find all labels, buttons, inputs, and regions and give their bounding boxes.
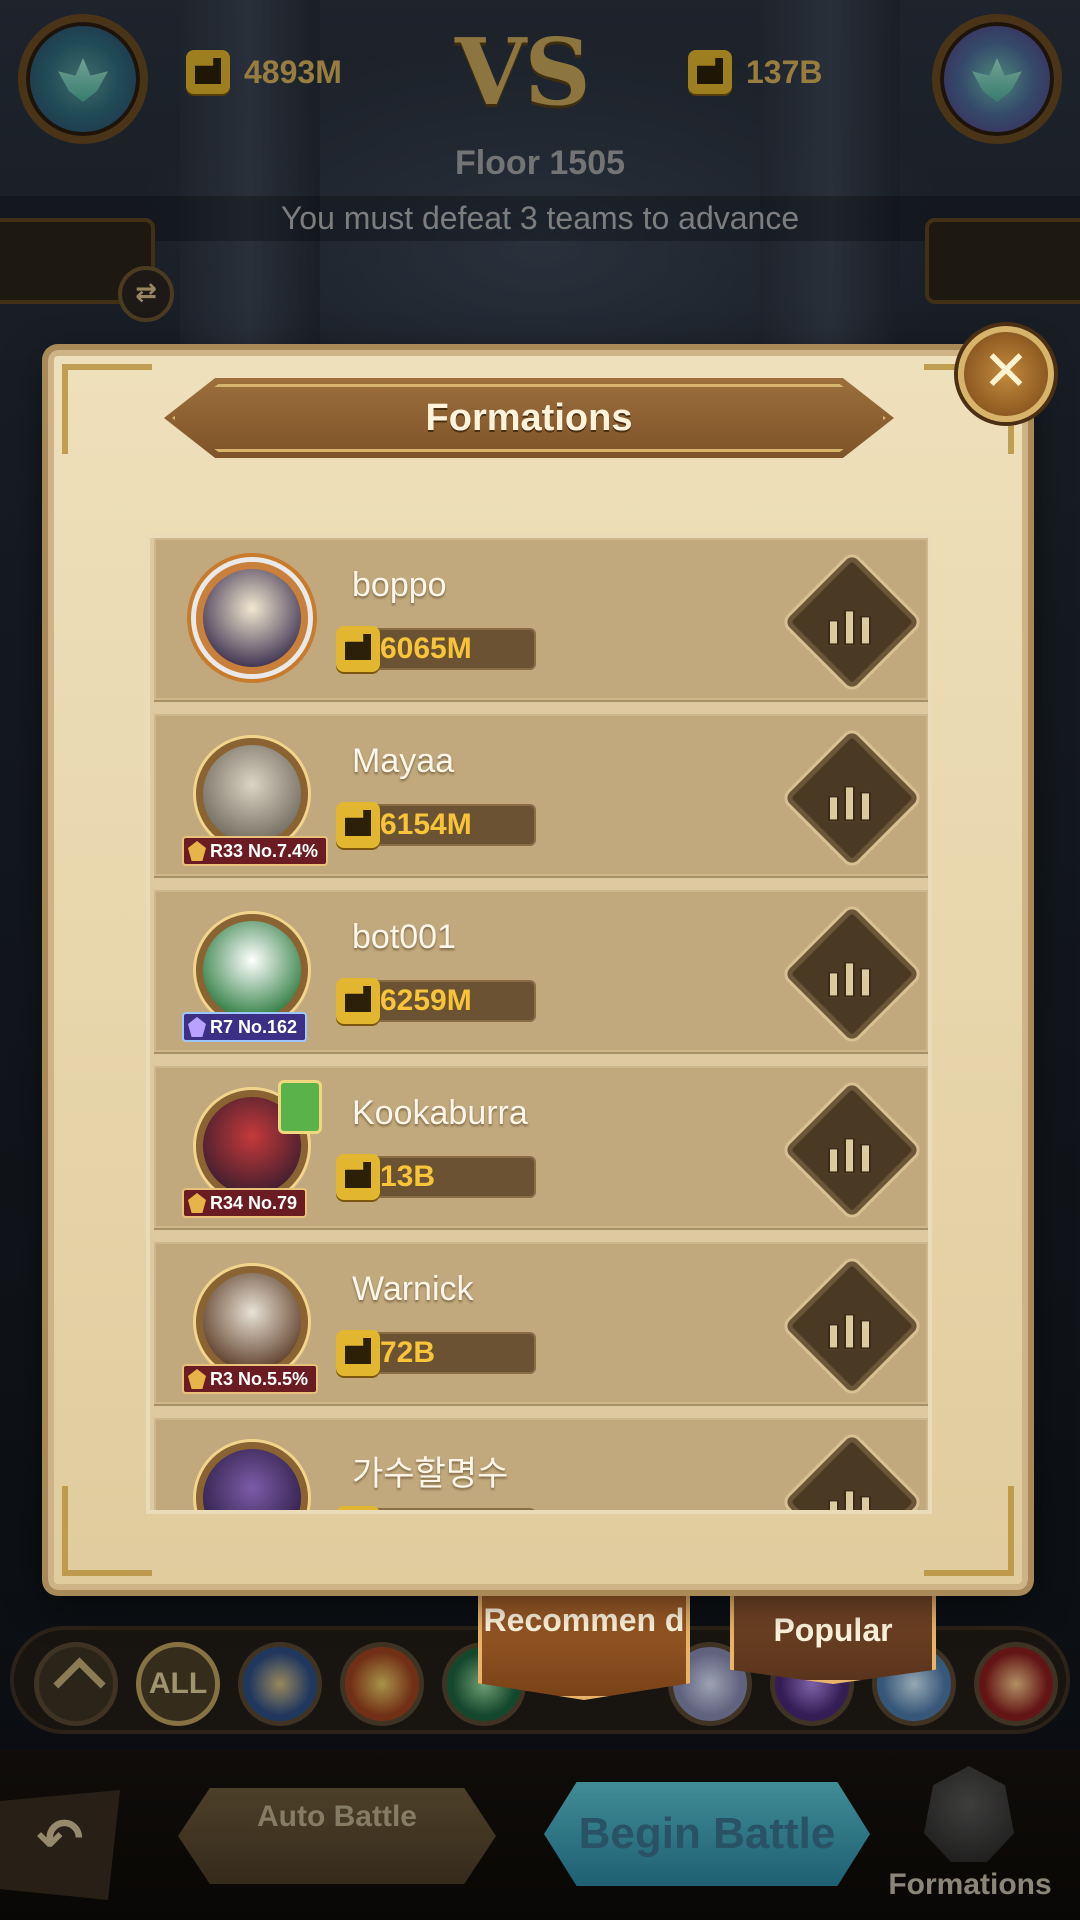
stats-button[interactable]	[784, 554, 920, 690]
avatar	[196, 738, 308, 850]
power-text: 6065M	[380, 632, 472, 665]
power-text: 6154M	[380, 808, 472, 841]
close-button[interactable]: ✕	[958, 326, 1054, 422]
corner-ornament	[62, 1486, 152, 1576]
stats-button[interactable]	[784, 906, 920, 1042]
avatar	[196, 1266, 308, 1378]
fist-power-icon	[336, 978, 380, 1024]
bar-chart-icon	[828, 777, 876, 822]
corner-ornament	[924, 1486, 1014, 1576]
power-text: 6259M	[380, 984, 472, 1017]
panel-title-banner: Formations	[164, 378, 894, 458]
avatar	[196, 562, 308, 674]
rank-badge: R33 No.7.4%	[182, 836, 329, 866]
stats-button[interactable]	[784, 1434, 920, 1510]
power-value: 6065M	[336, 626, 536, 672]
fist-power-icon	[336, 1330, 380, 1376]
bar-chart-icon	[828, 601, 876, 646]
player-name: Mayaa	[352, 742, 455, 780]
list-item[interactable]: R3 No.5.5% Warnick 72B	[154, 1242, 928, 1406]
stats-button[interactable]	[784, 730, 920, 866]
list-item[interactable]: R7 No.162 bot001 6259M	[154, 890, 928, 1054]
stats-button[interactable]	[784, 1082, 920, 1218]
power-text: 72B	[380, 1336, 436, 1369]
power-value: 6259M	[336, 978, 536, 1024]
bar-chart-icon	[828, 1129, 876, 1174]
rank-badge: R3 No.5.5%	[182, 1364, 319, 1394]
fist-power-icon	[336, 1154, 380, 1200]
fist-power-icon	[336, 1506, 380, 1510]
player-name: Warnick	[352, 1270, 474, 1308]
bar-chart-icon	[828, 953, 876, 998]
stats-button[interactable]	[784, 1258, 920, 1394]
tab-popular[interactable]: Popular	[730, 1588, 936, 1684]
rank-badge: R7 No.162	[182, 1012, 308, 1042]
avatar	[196, 914, 308, 1026]
player-name: bot001	[352, 918, 456, 956]
player-name: boppo	[352, 566, 447, 604]
corner-ornament	[62, 364, 152, 454]
power-value	[336, 1506, 536, 1510]
formations-panel: Formations ✕ boppo 6065M R33 No.7.4% May…	[48, 326, 1054, 1590]
fist-power-icon	[336, 626, 380, 672]
avatar	[196, 1442, 308, 1510]
guild-member-icon	[278, 1080, 322, 1134]
list-item[interactable]: 가수할명수	[154, 1418, 928, 1510]
bar-chart-icon	[828, 1481, 876, 1510]
power-value: 6154M	[336, 802, 536, 848]
power-value: 72B	[336, 1330, 536, 1376]
list-item[interactable]: R34 No.79 Kookaburra 13B	[154, 1066, 928, 1230]
formation-tabs: Recommen d Popular	[0, 1588, 1080, 1700]
panel-title: Formations	[425, 396, 633, 439]
power-text: 13B	[380, 1160, 436, 1193]
player-name: Kookaburra	[352, 1094, 528, 1132]
formation-list[interactable]: boppo 6065M R33 No.7.4% Mayaa 6154M R7 N…	[146, 534, 932, 1514]
list-item[interactable]: R33 No.7.4% Mayaa 6154M	[154, 714, 928, 878]
list-item[interactable]: boppo 6065M	[154, 538, 928, 702]
bar-chart-icon	[828, 1305, 876, 1350]
player-name: 가수할명수	[352, 1455, 509, 1493]
power-value: 13B	[336, 1154, 536, 1200]
rank-badge: R34 No.79	[182, 1188, 308, 1218]
tab-recommend[interactable]: Recommen d	[478, 1588, 690, 1700]
fist-power-icon	[336, 802, 380, 848]
